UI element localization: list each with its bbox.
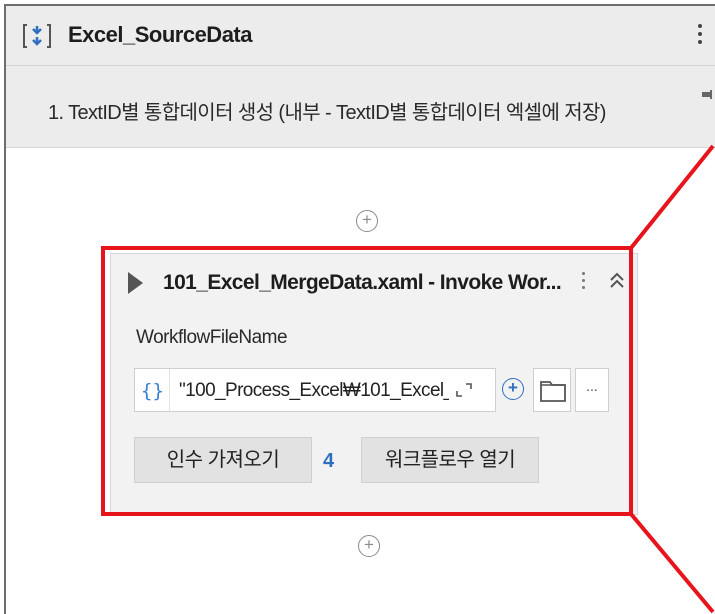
workflow-filename-value: "100_Process_Excel₩101_Excel_M: [179, 380, 449, 401]
sequence-title: Excel_SourceData: [68, 22, 253, 47]
play-icon: [128, 272, 143, 294]
workflow-filename-input[interactable]: {} "100_Process_Excel₩101_Excel_M: [134, 368, 496, 412]
sequence-annotation[interactable]: 1. TextID별 통합데이터 생성 (내부 - TextID별 통합데이터 …: [6, 66, 715, 148]
add-activity-button-bottom[interactable]: +: [358, 535, 380, 557]
browse-folder-button[interactable]: [533, 368, 571, 412]
annotation-text: 1. TextID별 통합데이터 생성 (내부 - TextID별 통합데이터 …: [48, 102, 606, 124]
folder-icon: [540, 381, 566, 402]
activity-title: 101_Excel_MergeData.xaml - Invoke Wor...: [163, 271, 562, 294]
pin-icon[interactable]: [700, 88, 714, 102]
sequence-body: + 101_Excel_MergeData.xaml - Invoke Wor.…: [6, 148, 715, 614]
expression-braces-icon[interactable]: {}: [141, 380, 164, 402]
activity-menu-icon[interactable]: [580, 268, 586, 298]
plus-circle-icon[interactable]: +: [502, 378, 524, 400]
arguments-count: 4: [323, 450, 335, 472]
invoke-workflow-activity[interactable]: 101_Excel_MergeData.xaml - Invoke Wor...…: [110, 253, 638, 515]
expand-editor-icon[interactable]: [455, 382, 473, 398]
import-arguments-button[interactable]: 인수 가져오기: [134, 437, 312, 483]
sequence-container[interactable]: Excel_SourceData 1. TextID별 통합데이터 생성 (내부…: [4, 4, 715, 614]
activity-header[interactable]: 101_Excel_MergeData.xaml - Invoke Wor...: [111, 254, 637, 310]
workflow-filename-label: WorkflowFileName: [136, 327, 288, 348]
sequence-header[interactable]: Excel_SourceData: [6, 6, 715, 66]
add-activity-button-top[interactable]: +: [356, 210, 378, 232]
collapse-chevrons-icon[interactable]: [608, 270, 626, 292]
input-divider: [169, 369, 170, 411]
more-options-button[interactable]: ...: [575, 368, 609, 412]
open-workflow-button[interactable]: 워크플로우 열기: [361, 437, 539, 483]
sequence-menu-icon[interactable]: [696, 20, 704, 50]
sequence-arrows-icon: [23, 24, 51, 48]
